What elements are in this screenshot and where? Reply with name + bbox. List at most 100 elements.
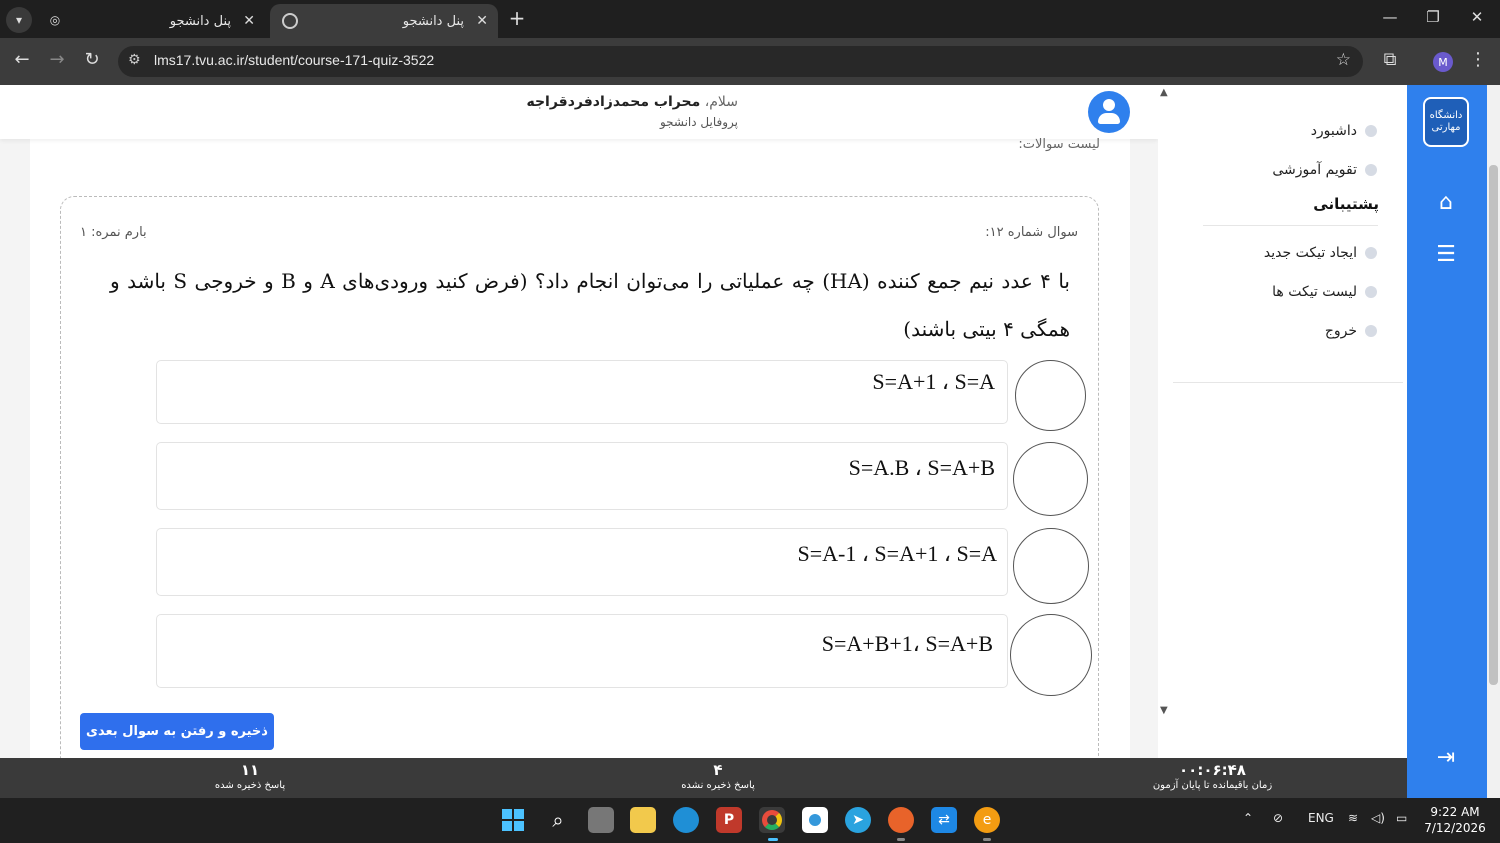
- answer-option-text: S=A+1 ، S=A: [872, 369, 995, 394]
- answer-option-1[interactable]: S=A+1 ، S=A: [156, 360, 1156, 431]
- question-number: سوال شماره ۱۲:: [985, 225, 1078, 240]
- divider: [1173, 382, 1403, 383]
- time-remaining-stat: ۰۰:۰۶:۴۸ زمان باقیمانده تا پایان آزمون: [1152, 761, 1273, 791]
- tab-search-chevron-icon[interactable]: ▾: [6, 7, 32, 33]
- answer-radio[interactable]: [1015, 360, 1086, 431]
- answer-radio[interactable]: [1013, 442, 1088, 516]
- tab-inactive[interactable]: پنل دانشجو ✕: [40, 4, 265, 38]
- app-icon[interactable]: [802, 807, 828, 833]
- answer-option-text: S=A+B+1، S=A+B: [821, 631, 993, 656]
- minimize-button[interactable]: —: [1375, 8, 1405, 26]
- user-header: سلام، محراب محمدزادفردقراجه پروفایل دانش…: [0, 85, 1158, 139]
- bullet-icon: [1365, 164, 1377, 176]
- question-score: بارم نمره: ۱: [80, 225, 147, 240]
- running-indicator: [983, 838, 991, 841]
- clock[interactable]: 9:22 AM 7/12/2026: [1420, 804, 1490, 836]
- menu-dots-icon[interactable]: ⋮: [1466, 49, 1490, 70]
- running-indicator: [897, 838, 905, 841]
- file-explorer-icon[interactable]: [630, 807, 656, 833]
- user-name: محراب محمدزادفردقراجه: [526, 94, 701, 110]
- app-transfer-icon[interactable]: ⇄: [931, 807, 957, 833]
- browser-tab-bar: ▾ ◎ پنل دانشجو ✕ پنل دانشجو ✕ + — ❐ ✕: [0, 0, 1500, 38]
- bookmark-star-icon[interactable]: ☆: [1336, 50, 1351, 70]
- active-indicator: [768, 838, 778, 841]
- extensions-icon[interactable]: ⧉: [1378, 49, 1402, 70]
- browser-toolbar: ← → ↻ ⚙ lms17.tvu.ac.ir/student/course-1…: [0, 38, 1500, 85]
- tab-active[interactable]: پنل دانشجو ✕: [270, 4, 498, 38]
- tray-chevron-icon[interactable]: ⌃: [1243, 811, 1253, 825]
- answer-radio[interactable]: [1010, 614, 1092, 696]
- answer-option-4[interactable]: S=A+B+1، S=A+B: [156, 614, 1156, 696]
- bullet-icon: [1365, 325, 1377, 337]
- tab-title: پنل دانشجو: [402, 13, 464, 29]
- reload-icon[interactable]: ↻: [80, 49, 104, 70]
- language-indicator[interactable]: ENG: [1308, 811, 1334, 825]
- forward-arrow-icon[interactable]: →: [45, 49, 69, 70]
- back-arrow-icon[interactable]: ←: [10, 49, 34, 70]
- sidebar-item-label: ایجاد تیکت جدید: [1263, 245, 1357, 261]
- profile-avatar[interactable]: M: [1433, 52, 1453, 72]
- question-list-label: لیست سوالات:: [1018, 137, 1100, 152]
- page-content: سلام، محراب محمدزادفردقراجه پروفایل دانش…: [0, 85, 1500, 798]
- profile-link[interactable]: پروفایل دانشجو: [660, 115, 738, 129]
- sidebar: ▲ داشبورد تقویم آموزشی پشتیبانی ایجاد تی…: [1158, 85, 1407, 798]
- user-greeting: سلام، محراب محمدزادفردقراجه: [526, 94, 738, 110]
- tab-close-icon[interactable]: ✕: [243, 13, 255, 29]
- answer-option-box[interactable]: S=A.B ، S=A+B: [156, 442, 1008, 510]
- logout-icon[interactable]: ⇥: [1431, 745, 1461, 775]
- university-logo[interactable]: دانشگاه مهارتی: [1423, 97, 1469, 147]
- battery-icon[interactable]: ▭: [1396, 811, 1407, 825]
- question-card: سوال شماره ۱۲: بارم نمره: ۱ با ۴ عدد نیم…: [60, 196, 1099, 778]
- tab-title: پنل دانشجو: [169, 13, 231, 29]
- app-e-icon[interactable]: e: [974, 807, 1000, 833]
- app-p-icon[interactable]: P: [716, 807, 742, 833]
- sidebar-item-ticket-list[interactable]: لیست تیکت ها: [1272, 284, 1377, 300]
- windows-taskbar: ⌕ P ➤ ⇄ e ⌃ ⊘ ENG ≋ ◁) ▭ 9:22 AM 7/12/20…: [0, 798, 1500, 843]
- answer-option-3[interactable]: S=A-1 ، S=A+1 ، S=A: [156, 528, 1156, 604]
- quiz-status-bar: ۱۱ پاسخ ذخیره شده ۴ پاسخ ذخیره نشده ۰۰:۰…: [0, 758, 1407, 798]
- divider: [1203, 225, 1378, 226]
- sidebar-item-calendar[interactable]: تقویم آموزشی: [1272, 162, 1377, 178]
- restore-button[interactable]: ❐: [1418, 8, 1448, 26]
- scroll-down-icon[interactable]: ▼: [1160, 705, 1168, 716]
- home-icon[interactable]: ⌂: [1431, 190, 1461, 220]
- bullet-icon: [1365, 247, 1377, 259]
- sidebar-item-label: داشبورد: [1310, 123, 1357, 139]
- answer-option-text: S=A-1 ، S=A+1 ، S=A: [797, 541, 997, 566]
- list-icon[interactable]: ☰: [1431, 242, 1461, 272]
- save-next-button[interactable]: ذخیره و رفتن به سوال بعدی: [80, 713, 274, 750]
- notifications-off-icon[interactable]: ⊘: [1273, 811, 1283, 825]
- sidebar-item-label: لیست تیکت ها: [1272, 284, 1357, 300]
- answer-option-box[interactable]: S=A-1 ، S=A+1 ، S=A: [156, 528, 1008, 596]
- user-avatar-icon[interactable]: [1088, 91, 1130, 133]
- answer-option-2[interactable]: S=A.B ، S=A+B: [156, 442, 1156, 516]
- sidebar-item-new-ticket[interactable]: ایجاد تیکت جدید: [1264, 245, 1377, 261]
- sidebar-item-logout[interactable]: خروج: [1325, 323, 1377, 339]
- bullet-icon: [1365, 286, 1377, 298]
- edge-icon[interactable]: [673, 807, 699, 833]
- close-window-button[interactable]: ✕: [1462, 8, 1492, 26]
- icon-rail: دانشگاه مهارتی ⌂ ☰ ⇥: [1407, 85, 1487, 798]
- task-view-icon[interactable]: [588, 807, 614, 833]
- answer-radio[interactable]: [1013, 528, 1089, 604]
- telegram-icon[interactable]: ➤: [845, 807, 871, 833]
- firefox-icon[interactable]: [888, 807, 914, 833]
- volume-icon[interactable]: ◁): [1371, 811, 1385, 825]
- start-windows-icon[interactable]: [500, 807, 526, 833]
- scroll-up-icon[interactable]: ▲: [1160, 87, 1168, 98]
- sidebar-item-label: تقویم آموزشی: [1272, 162, 1357, 178]
- address-bar[interactable]: ⚙ lms17.tvu.ac.ir/student/course-171-qui…: [118, 46, 1363, 77]
- answer-option-box[interactable]: S=A+1 ، S=A: [156, 360, 1008, 424]
- answer-option-text: S=A.B ، S=A+B: [848, 455, 995, 480]
- search-icon[interactable]: ⌕: [545, 807, 571, 833]
- answer-option-box[interactable]: S=A+B+1، S=A+B: [156, 614, 1008, 688]
- tab-close-icon[interactable]: ✕: [476, 13, 488, 29]
- site-info-icon[interactable]: ⚙: [128, 52, 141, 68]
- bullet-icon: [1365, 125, 1377, 137]
- chrome-icon[interactable]: [759, 807, 785, 833]
- page-scrollbar[interactable]: [1487, 85, 1500, 798]
- wifi-icon[interactable]: ≋: [1348, 811, 1358, 825]
- new-tab-button[interactable]: +: [502, 6, 532, 30]
- url-text: lms17.tvu.ac.ir/student/course-171-quiz-…: [154, 52, 435, 68]
- sidebar-item-dashboard[interactable]: داشبورد: [1311, 123, 1377, 139]
